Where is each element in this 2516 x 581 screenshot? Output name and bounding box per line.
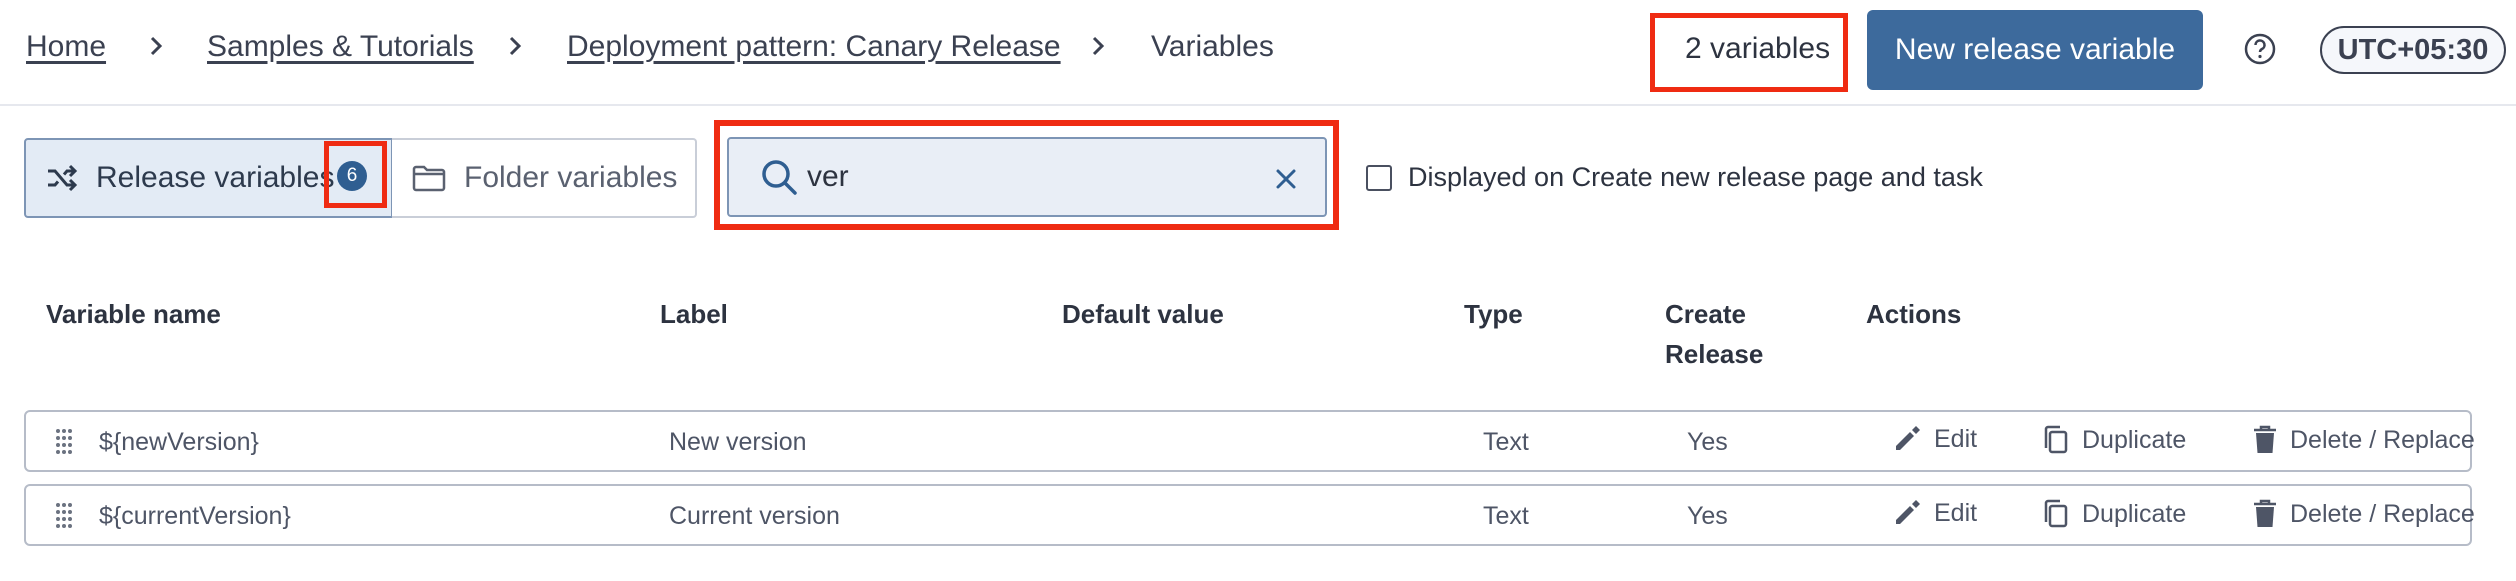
delete-replace-button[interactable]: Delete / Replace — [2252, 424, 2475, 456]
column-header-create-release: Create Release — [1665, 294, 1763, 374]
trash-icon — [2254, 499, 2276, 527]
search-icon — [762, 160, 797, 195]
trash-icon — [2254, 425, 2276, 453]
column-header-create-release-line2: Release — [1665, 339, 1764, 369]
breadcrumb-samples-tutorials[interactable]: Samples & Tutorials — [207, 30, 474, 64]
variables-count: 2 variables — [1685, 32, 1831, 65]
new-release-variable-button[interactable]: New release variable — [1867, 10, 2203, 90]
edit-label: Edit — [1934, 424, 1978, 453]
close-icon[interactable] — [1272, 165, 1300, 193]
variable-create-release: Yes — [1687, 502, 1728, 530]
search-field[interactable] — [727, 137, 1327, 217]
variable-type: Text — [1483, 502, 1529, 530]
create-release-checkbox[interactable] — [1366, 165, 1392, 191]
search-input[interactable] — [807, 159, 1247, 195]
chevron-right-icon — [150, 36, 163, 56]
shuffle-icon — [48, 164, 78, 192]
help-circle-icon[interactable] — [2243, 32, 2277, 66]
variable-name: ${currentVersion} — [99, 502, 291, 530]
tab-release-variables-label: Release variables — [96, 161, 335, 194]
duplicate-label: Duplicate — [2082, 425, 2187, 454]
delete-replace-button[interactable]: Delete / Replace — [2252, 498, 2475, 530]
drag-handle-icon[interactable] — [54, 428, 74, 456]
duplicate-label: Duplicate — [2082, 499, 2187, 528]
duplicate-button[interactable]: Duplicate — [2042, 424, 2186, 456]
column-header-default-value: Default value — [1062, 299, 1224, 329]
column-header-label: Label — [660, 299, 728, 329]
edit-label: Edit — [1934, 498, 1978, 527]
variable-name: ${newVersion} — [99, 428, 259, 456]
chevron-right-icon — [1092, 36, 1105, 56]
variable-label: Current version — [669, 502, 840, 530]
duplicate-button[interactable]: Duplicate — [2042, 498, 2186, 530]
timezone-pill[interactable]: UTC+05:30 — [2320, 26, 2506, 74]
breadcrumb-current-page: Variables — [1151, 30, 1274, 63]
column-header-create-release-line1: Create — [1665, 299, 1746, 329]
duplicate-icon — [2044, 425, 2068, 454]
chevron-right-icon — [509, 36, 522, 56]
table-row[interactable]: ${newVersion} New version Text Yes Edit … — [24, 410, 2475, 472]
column-header-actions: Actions — [1866, 299, 1962, 329]
edit-button[interactable]: Edit — [1892, 498, 1977, 528]
column-header-type: Type — [1464, 299, 1523, 329]
tab-folder-variables-label: Folder variables — [464, 161, 678, 194]
delete-replace-label: Delete / Replace — [2290, 499, 2475, 528]
tab-folder-variables[interactable]: Folder variables — [392, 138, 697, 218]
folder-icon — [412, 165, 446, 192]
edit-icon — [1896, 426, 1920, 450]
variable-type: Text — [1483, 428, 1529, 456]
variable-create-release: Yes — [1687, 428, 1728, 456]
edit-button[interactable]: Edit — [1892, 424, 1977, 454]
create-release-checkbox-label[interactable]: Displayed on Create new release page and… — [1408, 162, 1983, 193]
delete-replace-label: Delete / Replace — [2290, 425, 2475, 454]
release-variables-count-badge: 6 — [337, 161, 367, 191]
breadcrumb-home[interactable]: Home — [26, 30, 106, 64]
breadcrumb-deployment-pattern[interactable]: Deployment pattern: Canary Release — [567, 30, 1061, 64]
variable-label: New version — [669, 428, 807, 456]
table-row[interactable]: ${currentVersion} Current version Text Y… — [24, 484, 2475, 546]
column-header-variable-name: Variable name — [46, 299, 221, 329]
edit-icon — [1896, 500, 1920, 524]
drag-handle-icon[interactable] — [54, 502, 74, 530]
top-bar: Home Samples & Tutorials Deployment patt… — [0, 0, 2516, 106]
duplicate-icon — [2044, 499, 2068, 528]
